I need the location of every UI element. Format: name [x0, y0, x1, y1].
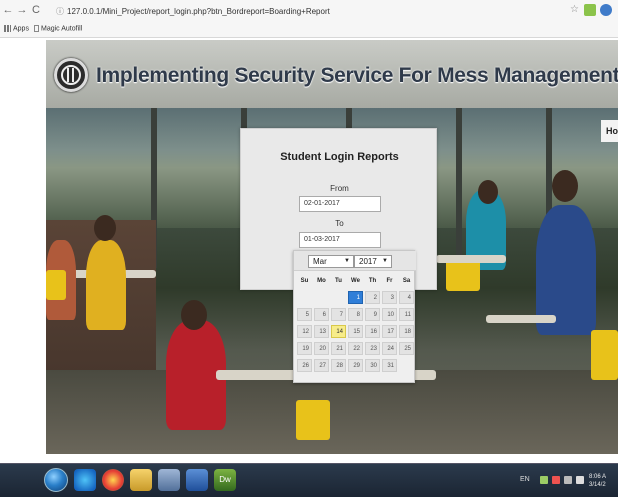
weekday-label: Th — [368, 278, 377, 284]
calendar-day[interactable]: 15 — [348, 325, 363, 338]
photo-table — [436, 255, 506, 263]
calendar-day[interactable]: 26 — [297, 359, 312, 372]
site-header: Implementing Security Service For Mess M… — [46, 40, 618, 108]
calendar-day[interactable]: 6 — [314, 308, 329, 321]
start-button[interactable] — [44, 468, 68, 492]
calendar-day[interactable]: 2 — [365, 291, 380, 304]
nav-home-link[interactable]: Hon — [601, 120, 618, 142]
month-select-value: Mar — [313, 257, 327, 266]
bookmark-label: Magic Autofill — [41, 25, 83, 33]
calendar-day[interactable]: 24 — [382, 342, 397, 355]
chevron-down-icon: ▼ — [382, 258, 388, 264]
year-select-value: 2017 — [359, 257, 377, 266]
calendar-day[interactable]: 29 — [348, 359, 363, 372]
language-indicator[interactable]: EN — [520, 476, 530, 483]
month-select[interactable]: Mar ▼ — [308, 255, 354, 268]
apps-grid-icon — [4, 25, 11, 32]
to-date-input[interactable]: 01-03-2017 — [299, 232, 381, 248]
tray-flag-icon[interactable] — [552, 476, 560, 484]
photo-person-head — [181, 300, 207, 330]
weekday-label: Tu — [335, 278, 342, 284]
weekday-label: Fr — [386, 278, 393, 284]
calendar-day[interactable]: 18 — [399, 325, 414, 338]
calendar-day[interactable]: 3 — [382, 291, 397, 304]
photo-chair — [46, 270, 66, 300]
app-window-icon[interactable] — [186, 469, 208, 491]
file-explorer-icon[interactable] — [130, 469, 152, 491]
calendar-day[interactable]: 21 — [331, 342, 346, 355]
panel-title: Student Login Reports — [280, 151, 399, 163]
year-select[interactable]: 2017 ▼ — [354, 255, 392, 268]
from-label: From — [330, 184, 349, 193]
calendar-day[interactable]: 20 — [314, 342, 329, 355]
calendar-day[interactable]: 16 — [365, 325, 380, 338]
calendar-day[interactable]: 25 — [399, 342, 414, 355]
address-bar[interactable]: ⓘ 127.0.0.1/Mini_Project/report_login.php… — [56, 5, 556, 19]
media-player-icon[interactable] — [158, 469, 180, 491]
photo-person-head — [552, 170, 578, 202]
calendar-day[interactable]: 13 — [314, 325, 329, 338]
info-icon: ⓘ — [56, 7, 64, 16]
browser-chrome: ← → C ⓘ 127.0.0.1/Mini_Project/report_log… — [0, 0, 618, 38]
datepicker-popup: Mar ▼ 2017 ▼ Su Mo Tu We Th Fr Sa 1 2 3 4 5 6 7 8 9 10 11 1… — [293, 250, 416, 383]
weekday-label: We — [351, 278, 360, 284]
page-icon — [34, 25, 39, 32]
weekday-header: Su Mo Tu We Th Fr Sa — [296, 278, 414, 288]
chevron-down-icon: ▼ — [344, 258, 350, 264]
calendar-day[interactable]: 12 — [297, 325, 312, 338]
calendar-day[interactable]: 4 — [399, 291, 414, 304]
calendar-day[interactable]: 28 — [331, 359, 346, 372]
calendar-day[interactable]: 1 — [348, 291, 363, 304]
calendar-day[interactable]: 17 — [382, 325, 397, 338]
restaurant-logo-icon — [54, 58, 88, 92]
weekday-label: Mo — [317, 278, 326, 284]
clock-date: 3/14/2 — [589, 482, 606, 488]
extension-icon[interactable] — [584, 4, 596, 16]
calendar-day[interactable]: 5 — [297, 308, 312, 321]
volume-icon[interactable] — [576, 476, 584, 484]
tray-app-icon[interactable] — [540, 476, 548, 484]
photo-chair — [591, 330, 618, 380]
calendar-day[interactable]: 19 — [297, 342, 312, 355]
network-icon[interactable] — [564, 476, 572, 484]
photo-person — [86, 240, 126, 330]
calendar-day[interactable]: 22 — [348, 342, 363, 355]
weekday-label: Su — [300, 278, 309, 284]
forward-icon[interactable]: → — [16, 4, 28, 16]
windows-taskbar: Dw EN 8:06 A 3/14/2 — [0, 463, 618, 497]
star-icon[interactable]: ☆ — [570, 4, 582, 16]
window-frame — [456, 108, 462, 268]
chrome-browser-icon[interactable] — [102, 469, 124, 491]
calendar-day[interactable]: 8 — [348, 308, 363, 321]
calendar-day[interactable]: 14 — [331, 325, 346, 338]
photo-table — [486, 315, 556, 323]
url-text: 127.0.0.1/Mini_Project/report_login.php?… — [67, 7, 330, 16]
calendar-day[interactable]: 11 — [399, 308, 414, 321]
datepicker-header: Mar ▼ 2017 ▼ — [294, 251, 416, 271]
photo-person-head — [478, 180, 498, 204]
calendar-day[interactable]: 27 — [314, 359, 329, 372]
back-icon[interactable]: ← — [2, 4, 14, 16]
site-title: Implementing Security Service For Mess M… — [96, 64, 618, 87]
weekday-label: Sa — [402, 278, 411, 284]
calendar-day[interactable]: 7 — [331, 308, 346, 321]
photo-chair — [296, 400, 330, 440]
calendar-day[interactable]: 10 — [382, 308, 397, 321]
calendar-day[interactable]: 23 — [365, 342, 380, 355]
bookmark-apps[interactable]: Apps — [4, 25, 29, 32]
calendar-day[interactable]: 30 — [365, 359, 380, 372]
system-clock[interactable]: 8:06 A 3/14/2 — [589, 473, 606, 489]
clock-time: 8:06 A — [589, 474, 607, 480]
dreamweaver-icon[interactable]: Dw — [214, 469, 236, 491]
ie-browser-icon[interactable] — [74, 469, 96, 491]
calendar-day[interactable]: 9 — [365, 308, 380, 321]
photo-person-head — [94, 215, 116, 241]
extension-icon-2[interactable] — [600, 4, 612, 16]
bookmark-magic-autofill[interactable]: Magic Autofill — [34, 25, 82, 32]
from-date-input[interactable]: 02-01-2017 — [299, 196, 381, 212]
reload-icon[interactable]: C — [30, 4, 42, 16]
to-label: To — [335, 219, 344, 228]
bookmark-label: Apps — [13, 25, 29, 33]
calendar-day[interactable]: 31 — [382, 359, 397, 372]
